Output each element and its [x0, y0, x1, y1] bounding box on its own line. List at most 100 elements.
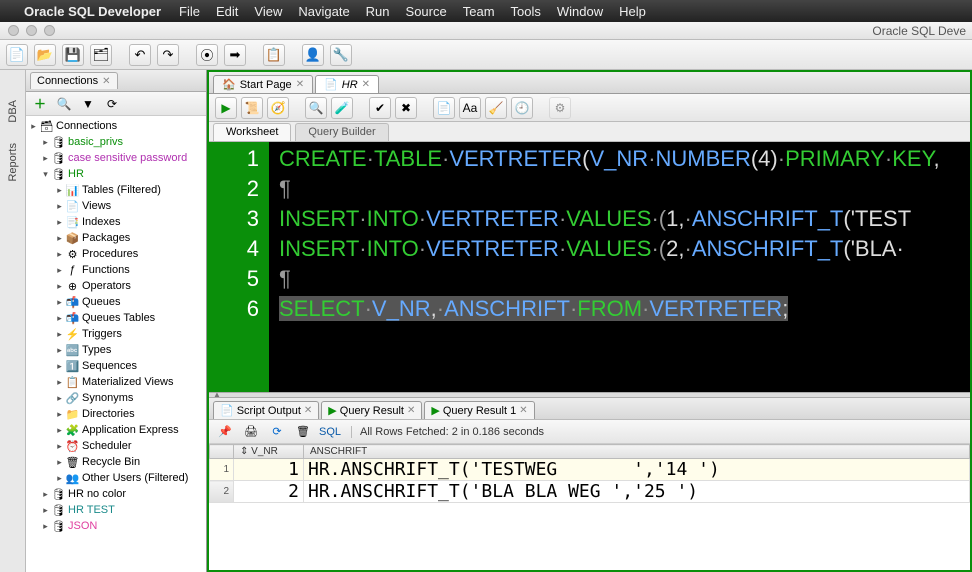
sql-link[interactable]: SQL	[319, 426, 341, 438]
pin-button[interactable]: 📌	[215, 423, 235, 441]
hr-directories[interactable]: ▸📁Directories	[26, 406, 206, 422]
hr-mviews[interactable]: ▸📋Materialized Views	[26, 374, 206, 390]
new-connection-button[interactable]: ＋	[30, 95, 50, 113]
conn-json[interactable]: ▸🛢JSON	[26, 518, 206, 534]
conn-hr-test[interactable]: ▸🛢HR TEST	[26, 502, 206, 518]
format-button[interactable]: ⚙	[549, 97, 571, 119]
tab-hr[interactable]: 📄 HR ✕	[315, 75, 379, 93]
tab-worksheet[interactable]: Worksheet	[213, 123, 291, 141]
tab-query-builder[interactable]: Query Builder	[295, 123, 388, 141]
hr-queues-tables[interactable]: ▸📬Queues Tables	[26, 310, 206, 326]
menu-file[interactable]: File	[179, 4, 200, 19]
redo-button[interactable]: ↷	[157, 44, 179, 66]
traffic-zoom[interactable]	[44, 25, 55, 36]
connections-tab[interactable]: Connections ✕	[30, 72, 118, 89]
monitor-button[interactable]: 🔧	[330, 44, 352, 66]
saveall-button[interactable]: 🗂	[90, 44, 112, 66]
close-icon[interactable]: ✕	[304, 405, 312, 416]
hr-indexes[interactable]: ▸📑Indexes	[26, 214, 206, 230]
cell-vnr[interactable]: 1	[234, 459, 304, 481]
dock-tab-reports[interactable]: Reports	[7, 143, 19, 182]
cell-anschrift[interactable]: HR.ANSCHRIFT_T('BLA BLA WEG ','25 ')	[304, 481, 970, 503]
conn-case-sensitive[interactable]: ▸🛢case sensitive password	[26, 150, 206, 166]
tns-button[interactable]: 🔍	[54, 95, 74, 113]
hr-tables[interactable]: ▸📊Tables (Filtered)	[26, 182, 206, 198]
menu-help[interactable]: Help	[619, 4, 646, 19]
menu-navigate[interactable]: Navigate	[298, 4, 349, 19]
tree-root[interactable]: ▸🗃Connections	[26, 118, 206, 134]
close-icon[interactable]: ✕	[407, 405, 415, 416]
close-icon[interactable]: ✕	[296, 79, 304, 90]
commit-button[interactable]: ✔	[369, 97, 391, 119]
hr-sequences[interactable]: ▸1️⃣Sequences	[26, 358, 206, 374]
history-button[interactable]: 🕘	[511, 97, 533, 119]
menu-view[interactable]: View	[254, 4, 282, 19]
tuning-button[interactable]: 🧪	[331, 97, 353, 119]
hr-packages[interactable]: ▸📦Packages	[26, 230, 206, 246]
traffic-min[interactable]	[26, 25, 37, 36]
save-button[interactable]: 💾	[62, 44, 84, 66]
cell-vnr[interactable]: 2	[234, 481, 304, 503]
col-anschrift[interactable]: ANSCHRIFT	[304, 445, 970, 459]
dba-button[interactable]: 👤	[302, 44, 324, 66]
explain-button[interactable]: 🧭	[267, 97, 289, 119]
nav-back-button[interactable]: ⦿	[196, 44, 218, 66]
hr-triggers[interactable]: ▸⚡Triggers	[26, 326, 206, 342]
print-button[interactable]: 🖨	[241, 423, 261, 441]
conn-basic-privs[interactable]: ▸🛢basic_privs	[26, 134, 206, 150]
hr-synonyms[interactable]: ▸🔗Synonyms	[26, 390, 206, 406]
to-upper-button[interactable]: Aa	[459, 97, 481, 119]
menu-window[interactable]: Window	[557, 4, 603, 19]
splitter[interactable]	[209, 392, 970, 398]
menu-tools[interactable]: Tools	[511, 4, 541, 19]
conn-hr[interactable]: ▾🛢HR	[26, 166, 206, 182]
col-vnr[interactable]: ⇕ V_NR	[234, 445, 304, 459]
traffic-close[interactable]	[8, 25, 19, 36]
results-grid[interactable]: ⇕ V_NR ANSCHRIFT 1 1 HR.ANSCHRIFT_T('TES…	[209, 444, 970, 570]
connections-tree[interactable]: ▸🗃Connections ▸🛢basic_privs ▸🛢case sensi…	[26, 116, 206, 572]
hr-functions[interactable]: ▸ƒFunctions	[26, 262, 206, 278]
refresh-button[interactable]: ⟳	[102, 95, 122, 113]
hr-views[interactable]: ▸📄Views	[26, 198, 206, 214]
filter-button[interactable]: ▼	[78, 95, 98, 113]
clear-button[interactable]: 🧹	[485, 97, 507, 119]
dock-tab-dba[interactable]: DBA	[7, 100, 19, 123]
col-rownum[interactable]	[210, 445, 234, 459]
autotrace-button[interactable]: 🔍	[305, 97, 327, 119]
menu-team[interactable]: Team	[463, 4, 495, 19]
sql-editor[interactable]: 123456 CREATE·TABLE·VERTRETER(V_NR·NUMBE…	[209, 142, 970, 392]
open-button[interactable]: 📂	[34, 44, 56, 66]
menu-source[interactable]: Source	[406, 4, 447, 19]
hr-types[interactable]: ▸🔤Types	[26, 342, 206, 358]
sql-worksheet-button[interactable]: 📋	[263, 44, 285, 66]
delete-button[interactable]: 🗑	[293, 423, 313, 441]
hr-other-users[interactable]: ▸👥Other Users (Filtered)	[26, 470, 206, 486]
table-row[interactable]: 1 1 HR.ANSCHRIFT_T('TESTWEG ','14 ')	[210, 459, 970, 481]
menu-edit[interactable]: Edit	[216, 4, 238, 19]
menu-run[interactable]: Run	[366, 4, 390, 19]
hr-apex[interactable]: ▸🧩Application Express	[26, 422, 206, 438]
close-icon[interactable]: ✕	[362, 79, 370, 90]
app-name[interactable]: Oracle SQL Developer	[24, 4, 161, 19]
tab-start-page[interactable]: 🏠 Start Page ✕	[213, 75, 313, 93]
hr-queues[interactable]: ▸📬Queues	[26, 294, 206, 310]
cell-anschrift[interactable]: HR.ANSCHRIFT_T('TESTWEG ','14 ')	[304, 459, 970, 481]
tab-query-result-1[interactable]: ▶Query Result 1✕	[424, 401, 534, 419]
code-area[interactable]: CREATE·TABLE·VERTRETER(V_NR·NUMBER(4)·PR…	[269, 142, 970, 392]
table-row[interactable]: 2 2 HR.ANSCHRIFT_T('BLA BLA WEG ','25 ')	[210, 481, 970, 503]
conn-hr-nocolor[interactable]: ▸🛢HR no color	[26, 486, 206, 502]
hr-scheduler[interactable]: ▸⏰Scheduler	[26, 438, 206, 454]
hr-operators[interactable]: ▸⊕Operators	[26, 278, 206, 294]
unshared-button[interactable]: 📄	[433, 97, 455, 119]
refresh-button[interactable]: ⟳	[267, 423, 287, 441]
hr-recycle[interactable]: ▸🗑Recycle Bin	[26, 454, 206, 470]
hr-procedures[interactable]: ▸⚙Procedures	[26, 246, 206, 262]
rollback-button[interactable]: ✖	[395, 97, 417, 119]
close-icon[interactable]: ✕	[102, 76, 110, 87]
close-icon[interactable]: ✕	[519, 405, 527, 416]
undo-button[interactable]: ↶	[129, 44, 151, 66]
tab-script-output[interactable]: 📄Script Output✕	[213, 401, 319, 419]
tab-query-result[interactable]: ▶Query Result✕	[321, 401, 422, 419]
nav-fwd-button[interactable]: ➡	[224, 44, 246, 66]
new-button[interactable]: 📄	[6, 44, 28, 66]
